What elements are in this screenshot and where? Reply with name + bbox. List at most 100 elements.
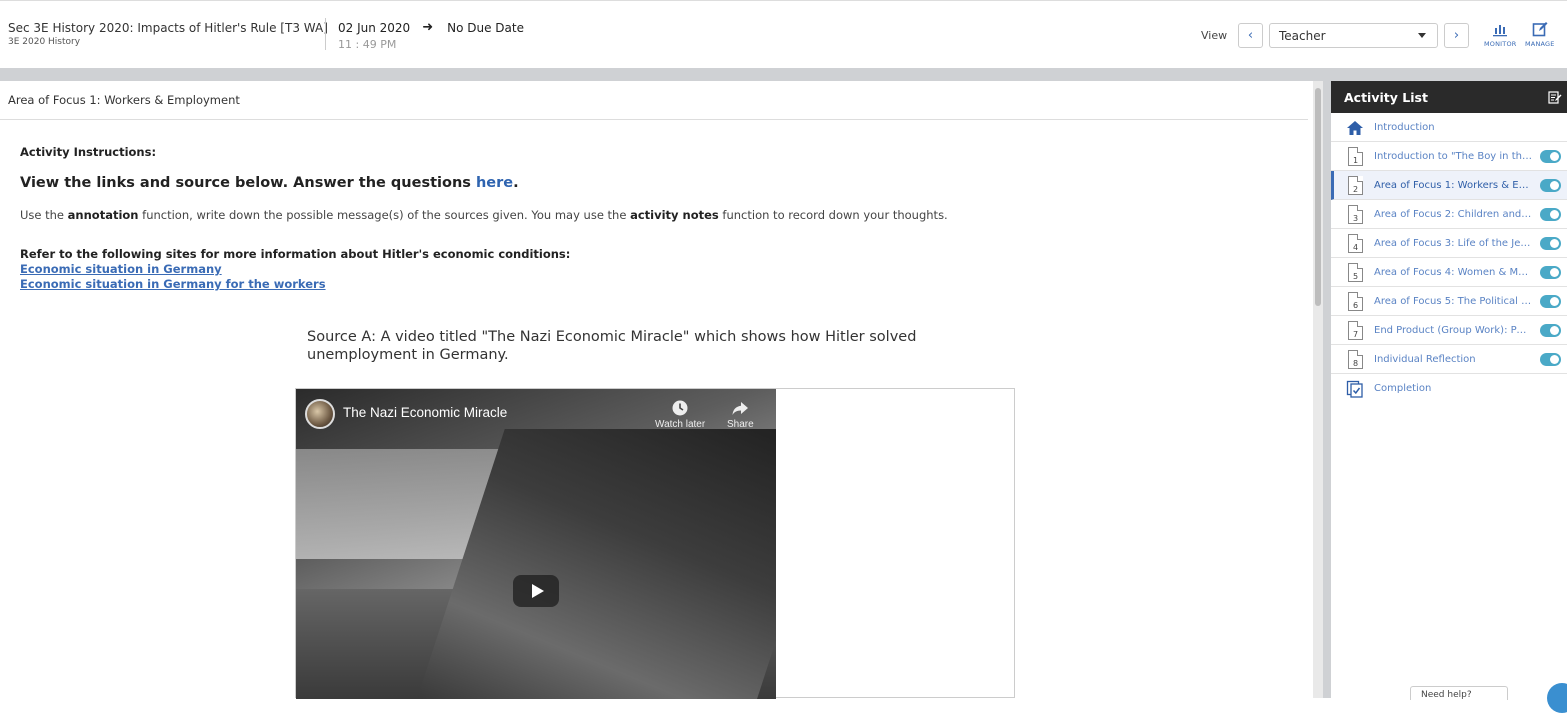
document-icon: 3	[1348, 205, 1363, 224]
panel-gap	[1323, 81, 1331, 698]
visibility-toggle[interactable]	[1540, 208, 1561, 221]
edit-icon	[1532, 22, 1548, 37]
source-caption: Source A: A video titled "The Nazi Econo…	[307, 329, 917, 363]
clock-icon	[672, 400, 688, 416]
sidebar-item-activity-1[interactable]: 1 Introduction to "The Boy in the Stripe…	[1331, 142, 1567, 171]
sidebar-item-activity-3[interactable]: 3 Area of Focus 2: Children and Educatio…	[1331, 200, 1567, 229]
due-date: No Due Date	[447, 20, 524, 35]
caret-down-icon	[1418, 33, 1426, 38]
desc-annotation: annotation	[67, 208, 139, 222]
visibility-toggle[interactable]	[1540, 179, 1561, 192]
view-select[interactable]: Teacher	[1269, 23, 1438, 48]
document-icon: 7	[1348, 321, 1363, 340]
sidebar-item-activity-2[interactable]: 2 Area of Focus 1: Workers & Employment	[1331, 171, 1567, 200]
watch-later-label: Watch later	[655, 419, 706, 430]
sidebar-item-label: Introduction	[1374, 121, 1435, 133]
next-view-button[interactable]: ›	[1444, 23, 1469, 48]
activity-number: 6	[1352, 301, 1359, 310]
home-icon	[1347, 121, 1363, 135]
sidebar-item-label: Introduction to "The Boy in the Striped …	[1374, 150, 1532, 162]
instruction-description: Use the annotation function, write down …	[20, 208, 948, 222]
sidebar-item-activity-4[interactable]: 4 Area of Focus 3: Life of the Jews	[1331, 229, 1567, 258]
share-button[interactable]: Share	[727, 399, 754, 430]
visibility-toggle[interactable]	[1540, 150, 1561, 163]
sidebar-item-introduction[interactable]: Introduction	[1331, 113, 1567, 142]
sidebar-item-label: Area of Focus 5: The Political Opponents	[1374, 295, 1532, 307]
sidebar-item-activity-5[interactable]: 5 Area of Focus 4: Women & Mothers	[1331, 258, 1567, 287]
sidebar-item-activity-8[interactable]: 8 Individual Reflection	[1331, 345, 1567, 374]
desc-activity-notes: activity notes	[630, 208, 719, 222]
activity-number: 5	[1352, 272, 1359, 281]
sidebar-item-label: Area of Focus 2: Children and Education	[1374, 208, 1532, 220]
sidebar-item-label: Area of Focus 3: Life of the Jews	[1374, 237, 1532, 249]
area-title: Area of Focus 1: Workers & Employment	[8, 93, 240, 107]
visibility-toggle[interactable]	[1540, 295, 1561, 308]
video-player[interactable]: The Nazi Economic Miracle Watch later Sh…	[296, 389, 776, 699]
visibility-toggle[interactable]	[1540, 266, 1561, 279]
chevron-left-icon: ‹	[1247, 28, 1254, 43]
view-label: View	[1201, 29, 1228, 42]
top-header: Sec 3E History 2020: Impacts of Hitler's…	[0, 0, 1567, 68]
economic-situation-link[interactable]: Economic situation in Germany	[20, 262, 222, 276]
desc-text-2: function, write down the possible messag…	[138, 208, 631, 222]
course-info: Sec 3E History 2020: Impacts of Hitler's…	[8, 21, 328, 47]
sidebar-item-label: Area of Focus 1: Workers & Employment	[1374, 179, 1532, 191]
activity-number: 7	[1352, 330, 1359, 339]
main-scrollbar-thumb[interactable]	[1315, 88, 1321, 306]
video-container: The Nazi Economic Miracle Watch later Sh…	[295, 388, 1015, 699]
activity-number: 1	[1352, 156, 1359, 165]
activity-number: 8	[1352, 359, 1359, 368]
sidebar-item-label: End Product (Group Work): Poster	[1374, 324, 1532, 336]
arrow-right-icon: ➜	[422, 20, 434, 35]
main-content: Area of Focus 1: Workers & Employment Ac…	[0, 81, 1313, 699]
sidebar-item-label: Completion	[1374, 383, 1432, 394]
visibility-toggle[interactable]	[1540, 237, 1561, 250]
help-fab-icon[interactable]	[1547, 683, 1567, 713]
big-instruction-text: View the links and source below. Answer …	[20, 175, 476, 191]
manage-button[interactable]: MANAGE	[1525, 21, 1555, 48]
manage-label: MANAGE	[1525, 40, 1555, 48]
header-band	[0, 68, 1567, 81]
play-button[interactable]	[513, 575, 559, 607]
activity-sidebar: Activity List Introduction 1 Introductio…	[1331, 81, 1567, 698]
questions-link[interactable]: here	[476, 175, 513, 191]
prev-view-button[interactable]: ‹	[1238, 23, 1263, 48]
share-icon	[732, 402, 749, 415]
completion-icon	[1346, 380, 1363, 398]
desc-text-1: Use the	[20, 208, 68, 222]
document-icon: 6	[1348, 292, 1363, 311]
monitor-button[interactable]: MONITOR	[1484, 21, 1517, 48]
view-selected-value: Teacher	[1279, 28, 1326, 43]
sidebar-item-label: Area of Focus 4: Women & Mothers	[1374, 266, 1532, 278]
activity-number: 3	[1352, 214, 1359, 223]
share-label: Share	[727, 419, 754, 430]
date-range: 02 Jun 2020 ➜ No Due Date 11 : 49 PM	[338, 20, 524, 51]
visibility-toggle[interactable]	[1540, 353, 1561, 366]
course-title: Sec 3E History 2020: Impacts of Hitler's…	[8, 21, 328, 35]
document-icon: 1	[1348, 147, 1363, 166]
sidebar-item-activity-7[interactable]: 7 End Product (Group Work): Poster	[1331, 316, 1567, 345]
instructions-heading: Activity Instructions:	[20, 145, 157, 159]
course-subtitle: 3E 2020 History	[8, 37, 81, 47]
activity-list-title: Activity List	[1344, 89, 1428, 105]
notes-edit-icon[interactable]	[1548, 90, 1562, 104]
sidebar-item-completion[interactable]: Completion	[1331, 374, 1567, 403]
refer-text: Refer to the following sites for more in…	[20, 247, 571, 261]
document-icon: 8	[1348, 350, 1363, 369]
desc-text-3: function to record down your thoughts.	[718, 208, 948, 222]
area-divider	[0, 119, 1308, 120]
channel-avatar[interactable]	[305, 399, 335, 429]
header-divider	[325, 18, 326, 50]
activity-number: 2	[1352, 185, 1359, 194]
document-icon: 5	[1348, 263, 1363, 282]
video-title[interactable]: The Nazi Economic Miracle	[343, 405, 507, 420]
start-date: 02 Jun 2020	[338, 20, 411, 35]
play-icon	[531, 584, 544, 598]
visibility-toggle[interactable]	[1540, 324, 1561, 337]
start-time: 11 : 49 PM	[338, 38, 397, 51]
economic-situation-workers-link[interactable]: Economic situation in Germany for the wo…	[20, 277, 326, 291]
watch-later-button[interactable]: Watch later	[655, 399, 705, 430]
sidebar-item-activity-6[interactable]: 6 Area of Focus 5: The Political Opponen…	[1331, 287, 1567, 316]
document-icon: 4	[1348, 234, 1363, 253]
activity-list-header: Activity List	[1331, 81, 1567, 113]
